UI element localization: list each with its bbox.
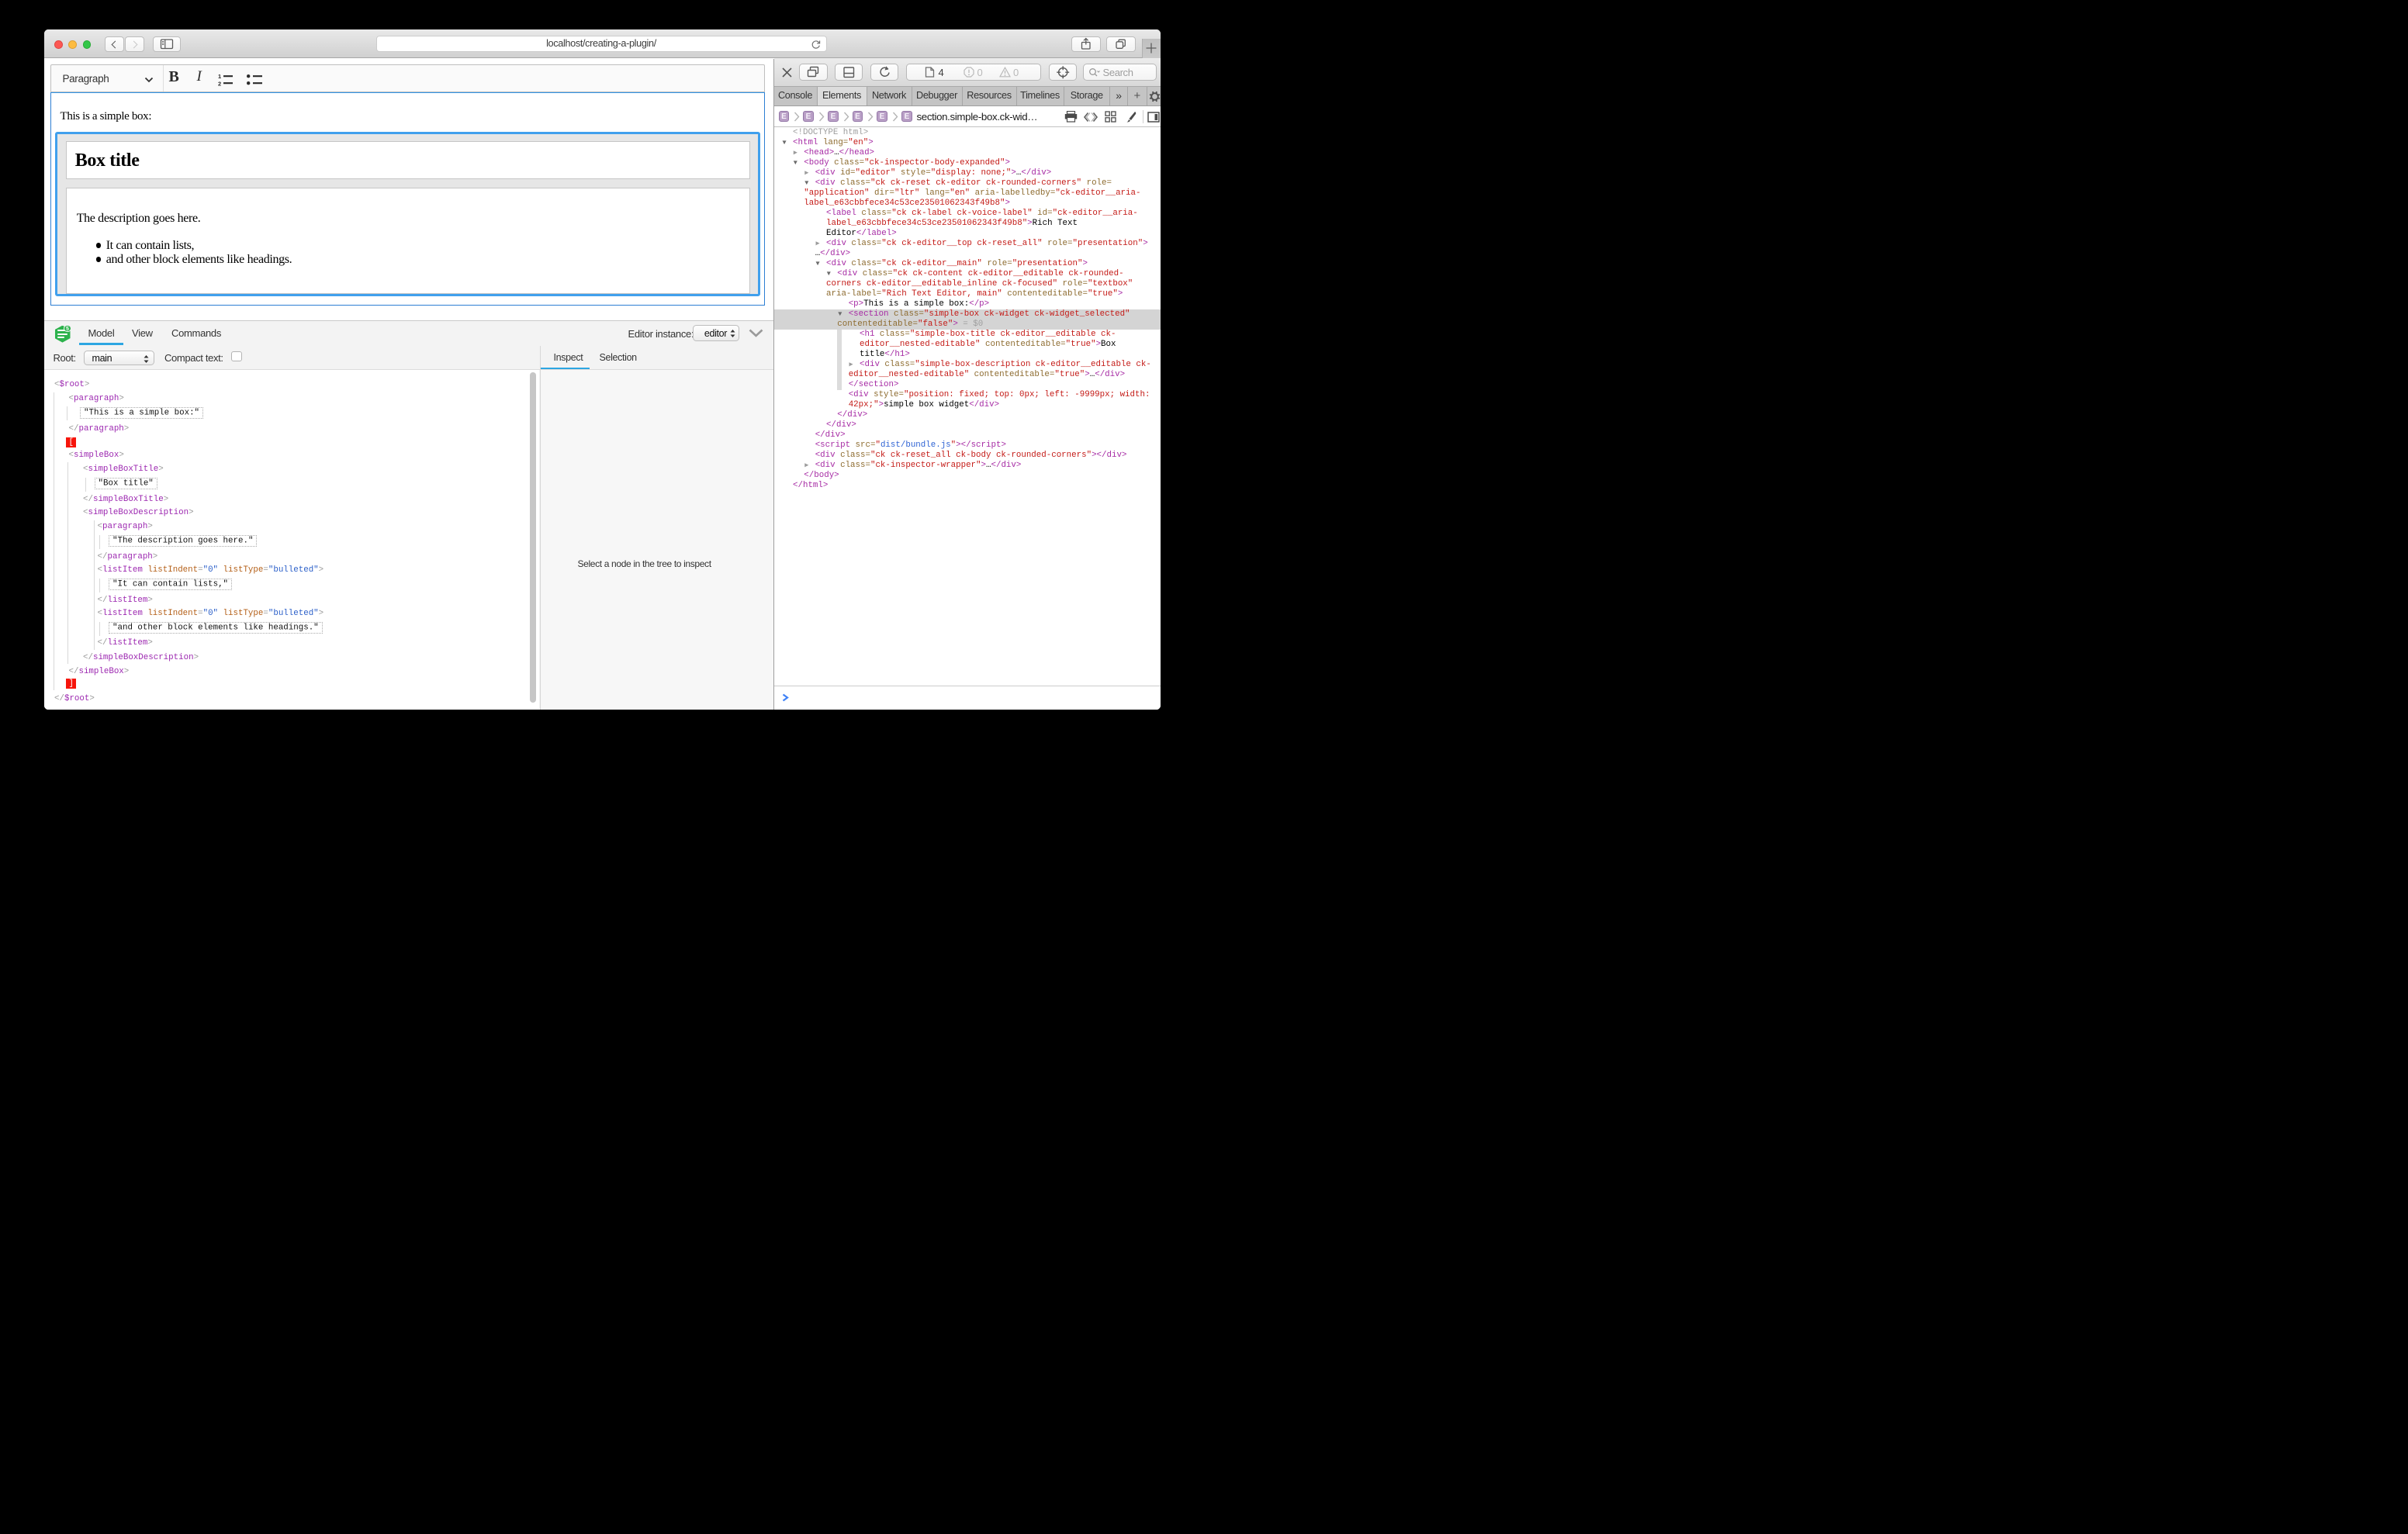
svg-text:1: 1 [218,73,221,80]
svg-text:2: 2 [218,80,221,86]
